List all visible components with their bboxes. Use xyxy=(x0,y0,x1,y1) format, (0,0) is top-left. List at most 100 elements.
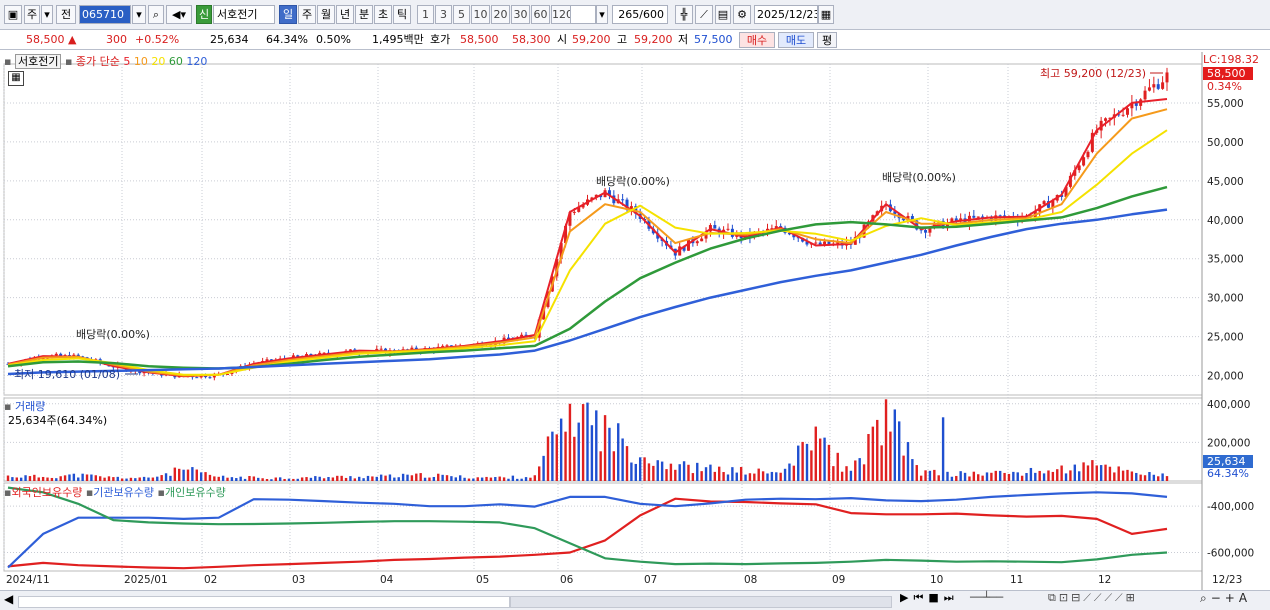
period-tab[interactable]: 일 xyxy=(279,5,297,24)
volume-bar xyxy=(151,477,155,481)
volume-bar xyxy=(968,476,971,481)
calendar-icon[interactable]: ▦ xyxy=(818,5,834,24)
high-annotation: 최고 59,200 (12/23) xyxy=(1040,67,1146,80)
volume-value: 25,634 xyxy=(210,33,249,46)
volume-bar xyxy=(375,476,378,481)
volume-bar xyxy=(704,467,708,481)
chevron-down-icon[interactable]: ▾ xyxy=(132,5,146,24)
volume-bar xyxy=(116,476,119,481)
period-tab[interactable]: 분 xyxy=(355,5,373,24)
volume-bar xyxy=(98,476,102,481)
interval-tab[interactable]: 60 xyxy=(531,5,550,24)
volume-bar xyxy=(792,465,796,481)
interval-tab[interactable]: 20 xyxy=(491,5,510,24)
volume-bar xyxy=(660,461,664,481)
volume-bar xyxy=(1121,470,1125,481)
volume-bar xyxy=(608,427,611,481)
playback-controls[interactable]: ▶⏮■⏭ xyxy=(900,591,959,605)
scrollbar-track[interactable] xyxy=(18,596,510,608)
tool-icons[interactable]: ⧉⊡⊟⟋⟋⟋⟋⊞ xyxy=(1048,591,1138,605)
volume-bar xyxy=(713,471,717,481)
search-icon[interactable]: ⌕ xyxy=(148,5,164,24)
period-tab[interactable]: 틱 xyxy=(393,5,411,24)
volume-bar xyxy=(239,476,242,481)
volume-bar xyxy=(46,477,49,481)
volume-bar xyxy=(467,478,471,481)
volume-bar xyxy=(331,477,335,481)
sell-button[interactable]: 매도 xyxy=(778,32,814,48)
sound-icon[interactable]: ◀▾ xyxy=(166,5,192,24)
scrollbar-thumb[interactable] xyxy=(510,596,892,608)
save-icon[interactable]: ▤ xyxy=(715,5,731,24)
buy-button[interactable]: 매수 xyxy=(739,32,775,48)
volume-bar xyxy=(112,477,115,481)
interval-tab[interactable]: 1 xyxy=(417,5,434,24)
volume-bar xyxy=(37,477,40,481)
volume-bar xyxy=(797,445,800,481)
period-tab[interactable]: 년 xyxy=(336,5,354,24)
volume-bar xyxy=(41,476,45,481)
candle-body xyxy=(1143,90,1147,100)
volume-bar xyxy=(959,471,962,481)
date-field[interactable]: 2025/12/23 xyxy=(754,5,818,24)
period-tab[interactable]: 초 xyxy=(374,5,392,24)
layout-icon[interactable]: ▣ xyxy=(4,5,22,24)
volume-bar xyxy=(397,477,400,481)
interval-tab[interactable]: 5 xyxy=(453,5,470,24)
period-tab[interactable]: 월 xyxy=(317,5,335,24)
volume-bar xyxy=(160,475,163,481)
volume-bar xyxy=(1126,469,1129,481)
volume-bar xyxy=(305,477,308,481)
eval-button[interactable]: 평 xyxy=(817,32,837,48)
bar-count-field[interactable]: 265/600 xyxy=(612,5,668,24)
volume-bar xyxy=(502,477,506,481)
volume-bar xyxy=(248,475,251,481)
volume-bar xyxy=(656,460,659,481)
volume-bar xyxy=(810,450,813,481)
high-price: 59,200 xyxy=(634,33,673,46)
zoom-controls[interactable]: ⌕−+A xyxy=(1200,591,1251,606)
volume-bar xyxy=(270,479,273,481)
x-tick-label: 11 xyxy=(1010,574,1023,586)
moving-average-lines xyxy=(7,98,1168,378)
period-tab[interactable]: 주 xyxy=(298,5,316,24)
interval-select[interactable] xyxy=(570,5,596,24)
volume-bar xyxy=(994,470,997,481)
table-icon[interactable]: ▦ xyxy=(8,71,24,86)
volume-bar xyxy=(28,476,32,481)
volume-bar xyxy=(134,478,137,481)
zoom-slider[interactable]: ──┴── xyxy=(970,591,1003,604)
gear-icon[interactable]: ⚙ xyxy=(733,5,751,24)
interval-tab[interactable]: 3 xyxy=(435,5,452,24)
y-tick-label: 45,000 xyxy=(1207,176,1244,188)
ask-price: 58,500 xyxy=(460,33,499,46)
stock-code-input[interactable]: 065710 xyxy=(79,5,131,24)
interval-tab[interactable]: 30 xyxy=(511,5,530,24)
x-tick-label: 02 xyxy=(204,574,217,586)
volume-bar xyxy=(638,457,642,481)
volume-ratio: 64.34% xyxy=(266,33,308,46)
volume-bar xyxy=(630,462,633,481)
volume-bar xyxy=(450,476,453,481)
interval-tab[interactable]: 10 xyxy=(471,5,490,24)
draw-tool-icon[interactable]: ⟋ xyxy=(695,5,713,24)
y-tick-label: 50,000 xyxy=(1207,137,1244,149)
volume-bar xyxy=(494,477,497,481)
volume-bar xyxy=(103,477,106,481)
volume-bar xyxy=(33,474,36,481)
volume-bar xyxy=(586,402,589,481)
chevron-down-icon[interactable]: ▾ xyxy=(41,5,53,24)
volume-bar xyxy=(423,477,427,481)
scroll-left-icon[interactable]: ◀ xyxy=(4,592,13,606)
candle-body xyxy=(572,211,576,213)
period-primary-select[interactable]: 주 xyxy=(24,5,40,24)
volume-bar xyxy=(621,438,624,481)
chevron-down-icon[interactable]: ▾ xyxy=(596,5,608,24)
volume-bar xyxy=(401,473,405,481)
volume-bar xyxy=(718,466,721,481)
candle-icon[interactable]: ╬ xyxy=(675,5,693,24)
period-secondary-select[interactable]: 전 xyxy=(56,5,76,24)
holdings-legend-item: 개인보유수량 xyxy=(164,486,226,499)
volume-bar xyxy=(336,475,339,481)
ma-line-120 xyxy=(7,208,1168,376)
